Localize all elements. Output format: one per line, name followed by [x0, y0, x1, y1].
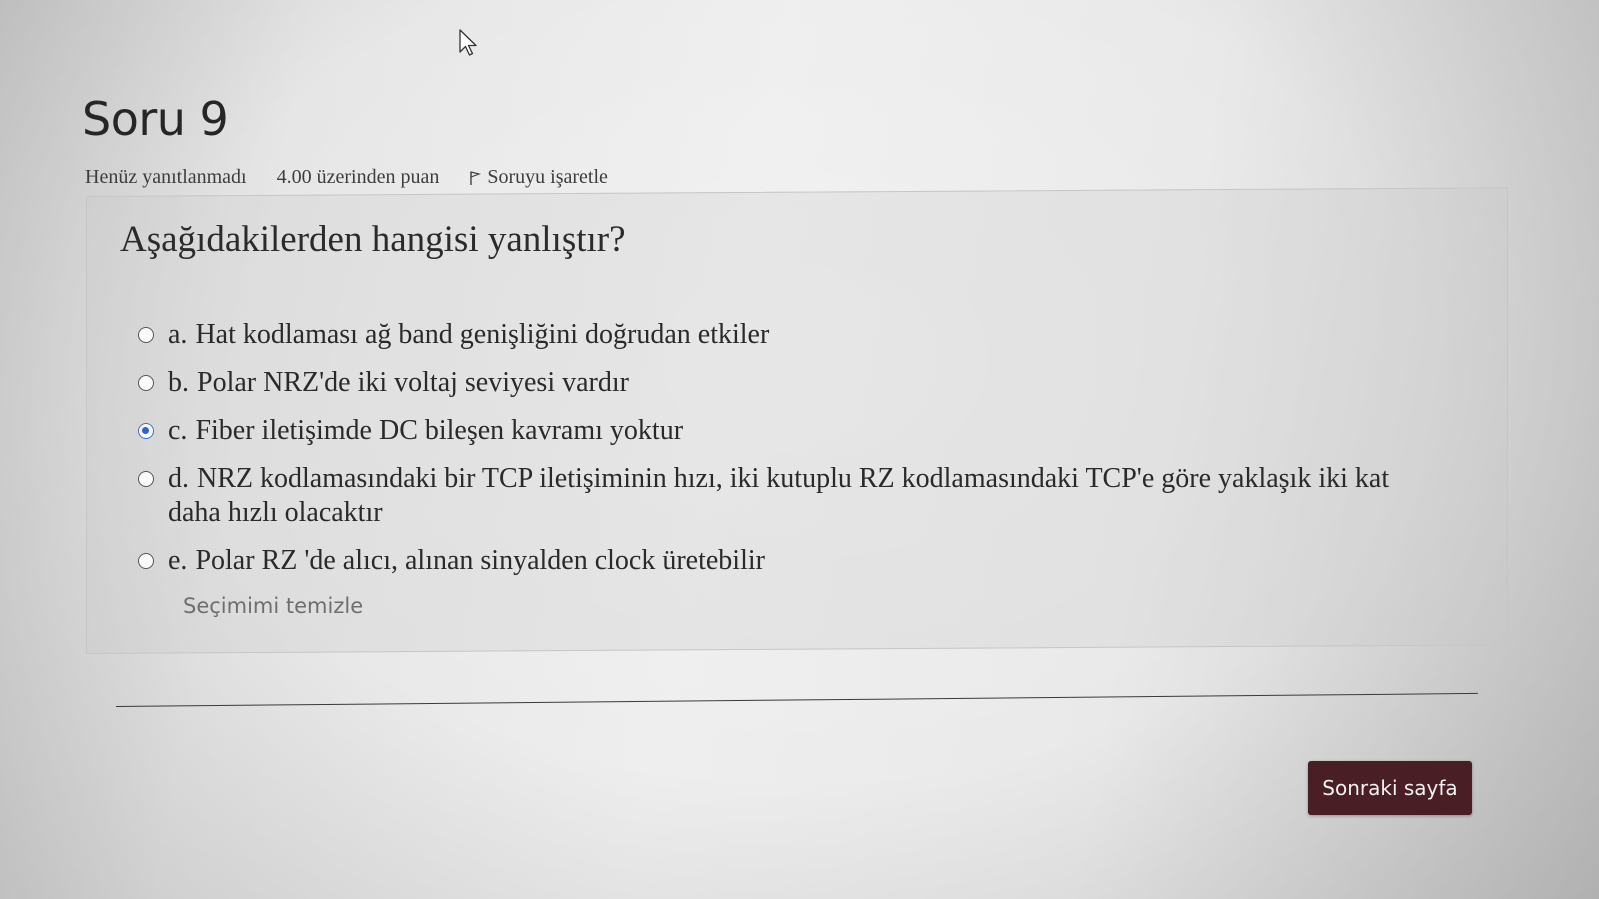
option-c-text: Fiber iletişimde DC bileşen kavramı yokt… — [195, 415, 684, 446]
question-info: Henüz yanıtlanmadı 4.00 üzerinden puan S… — [85, 166, 608, 189]
question-text: Aşağıdakilerden hangisi yanlıştır? — [120, 219, 626, 260]
next-page-button[interactable]: Sonraki sayfa — [1308, 761, 1472, 815]
option-a-radio[interactable] — [138, 327, 154, 343]
option-a-letter: a. — [168, 319, 188, 350]
option-b-text: Polar NRZ'de iki voltaj seviyesi vardır — [197, 367, 629, 398]
option-d-text: NRZ kodlamasındaki bir TCP iletişiminin … — [168, 463, 1390, 528]
option-b[interactable]: b. Polar NRZ'de iki voltaj seviyesi vardı… — [138, 366, 1438, 400]
mouse-pointer-icon — [459, 29, 477, 56]
option-e-letter: e. — [168, 545, 188, 576]
option-b-radio[interactable] — [138, 375, 154, 391]
question-title: Soru 9 — [82, 92, 229, 146]
answer-status: Henüz yanıtlanmadı — [85, 166, 247, 188]
flag-question-label: Soruyu işaretle — [487, 166, 608, 188]
clear-selection-link[interactable]: Seçimimi temizle — [183, 594, 363, 618]
option-e-radio[interactable] — [138, 553, 154, 569]
section-divider — [115, 692, 1478, 707]
option-c-letter: c. — [168, 415, 188, 446]
option-d[interactable]: d. NRZ kodlamasındaki bir TCP iletişimini… — [138, 462, 1438, 530]
flag-icon — [470, 170, 482, 185]
option-c-radio[interactable] — [138, 423, 154, 439]
option-b-letter: b. — [168, 367, 189, 398]
option-e[interactable]: e. Polar RZ 'de alıcı, alınan sinyalden c… — [138, 544, 1438, 578]
option-c[interactable]: c. Fiber iletişimde DC bileşen kavramı yo… — [138, 414, 1438, 448]
option-a[interactable]: a. Hat kodlaması ağ band genişliğini doğr… — [138, 318, 1438, 352]
flag-question-link[interactable]: Soruyu işaretle — [469, 166, 608, 189]
option-e-text: Polar RZ 'de alıcı, alınan sinyalden clo… — [195, 545, 765, 576]
answer-options: a. Hat kodlaması ağ band genişliğini doğr… — [138, 318, 1438, 592]
option-d-radio[interactable] — [138, 471, 154, 487]
option-d-letter: d. — [168, 463, 189, 494]
option-a-text: Hat kodlaması ağ band genişliğini doğrud… — [195, 319, 770, 350]
question-points: 4.00 üzerinden puan — [276, 166, 440, 188]
